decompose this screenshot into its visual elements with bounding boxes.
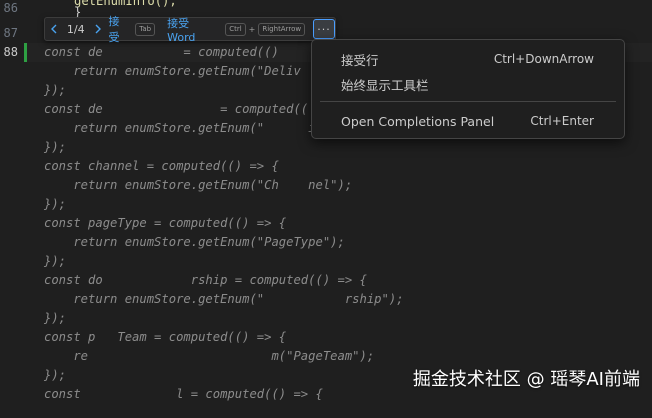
menu-item-shortcut: Ctrl+Enter xyxy=(530,114,594,128)
code-editor[interactable]: getEnumInfo(); } const de = computed(() … xyxy=(44,0,404,418)
more-actions-button[interactable]: ··· xyxy=(313,19,335,39)
chevron-left-icon[interactable] xyxy=(45,19,63,39)
line-number: 86 xyxy=(3,1,18,15)
code-line: }); xyxy=(44,254,67,268)
code-line: return enumStore.getEnum("Ch nel"); xyxy=(44,178,353,192)
code-line: return enumStore.getEnum(" iv xyxy=(44,121,323,135)
line-number: 87 xyxy=(3,26,18,40)
keybinding-rightarrow: RightArrow xyxy=(258,22,306,36)
line-number-active: 88 xyxy=(3,45,18,59)
code-line: }); xyxy=(44,311,67,325)
menu-separator xyxy=(320,101,616,102)
code-line: const de = computed(( xyxy=(44,102,309,116)
menu-item-label: 始终显示工具栏 xyxy=(341,77,429,93)
code-line: const de = computed(() xyxy=(44,45,279,59)
menu-item-label: Open Completions Panel xyxy=(341,113,495,129)
code-line: getEnumInfo(); xyxy=(74,0,177,8)
code-line: const pageType = computed(() => { xyxy=(44,216,287,230)
menu-item-always-show-toolbar[interactable]: 始终显示工具栏 xyxy=(312,73,624,95)
context-menu: 接受行 Ctrl+DownArrow 始终显示工具栏 Open Completi… xyxy=(311,39,625,139)
code-line: }); xyxy=(44,368,67,382)
line-number-gutter: 86 87 88 xyxy=(0,0,26,403)
chevron-right-icon[interactable] xyxy=(89,19,107,39)
menu-item-label: 接受行 xyxy=(341,52,379,68)
accept-button[interactable]: 接受 Tab xyxy=(107,13,156,45)
menu-item-shortcut: Ctrl+DownArrow xyxy=(493,52,594,66)
watermark: 掘金技术社区 @ 瑶琴AI前端 xyxy=(412,369,640,390)
suggestion-counter: 1/4 xyxy=(66,22,85,36)
accept-label: 接受 xyxy=(108,15,120,44)
code-line: const channel = computed(() => { xyxy=(44,159,279,173)
code-line: }); xyxy=(44,197,67,211)
code-line: return enumStore.getEnum("PageType"); xyxy=(44,235,345,249)
menu-item-open-completions-panel[interactable]: Open Completions Panel Ctrl+Enter xyxy=(312,110,624,132)
code-line: }); xyxy=(44,140,67,154)
keybinding-plus: + xyxy=(248,24,256,34)
code-line: const do rship = computed(() => { xyxy=(44,273,367,287)
code-line: }); xyxy=(44,83,67,97)
menu-item-accept-line[interactable]: 接受行 Ctrl+DownArrow xyxy=(312,48,624,70)
code-line: const l = computed(() => { xyxy=(44,387,323,401)
keybinding-tab: Tab xyxy=(135,22,156,36)
code-line: const p Team = computed(() => { xyxy=(44,330,287,344)
inline-suggestion-toolbar: 1/4 接受 Tab 接受 Word Ctrl + RightArrow ··· xyxy=(44,15,336,44)
accept-word-button[interactable]: 接受 Word Ctrl + RightArrow xyxy=(165,15,306,44)
code-line: re m("PageTeam"); xyxy=(44,349,375,363)
code-line: return enumStore.getEnum("Deliv xyxy=(44,64,301,78)
accept-word-label: 接受 Word xyxy=(167,16,196,44)
keybinding-ctrl: Ctrl xyxy=(225,22,246,36)
code-line: return enumStore.getEnum(" rship"); xyxy=(44,292,404,306)
